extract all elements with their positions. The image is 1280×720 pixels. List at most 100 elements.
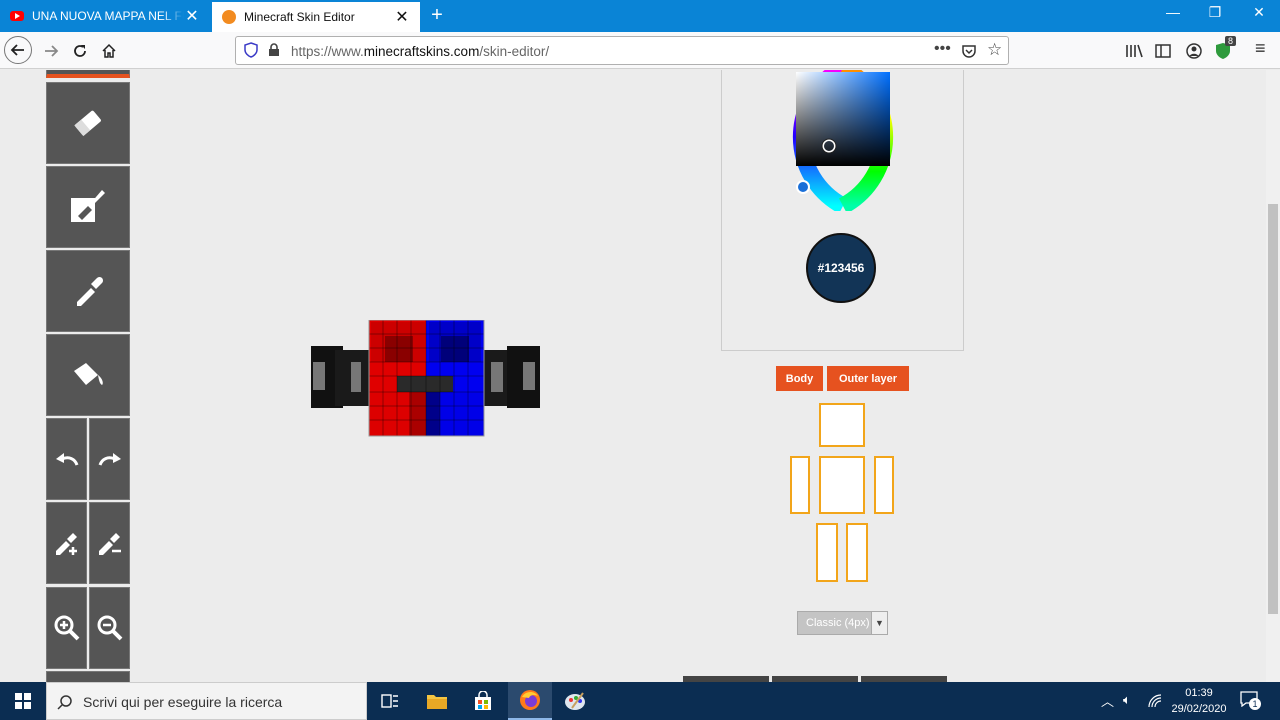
pencil-tool-button[interactable] xyxy=(46,70,130,78)
home-icon xyxy=(102,43,116,58)
firefox-icon xyxy=(520,690,540,710)
zoom-in-icon xyxy=(54,615,79,641)
page-scrollbar[interactable] xyxy=(1266,70,1280,682)
right-leg-part-toggle[interactable] xyxy=(816,523,838,582)
clock-date: 29/02/2020 xyxy=(1171,703,1227,715)
search-placeholder: Scrivi qui per eseguire la ricerca xyxy=(83,694,283,710)
model-type-select[interactable]: Classic (4px) ▼ xyxy=(797,611,888,635)
extension-badge: 8 xyxy=(1225,36,1237,46)
url-prefix: https://www. xyxy=(291,44,364,59)
undo-button[interactable] xyxy=(46,418,87,500)
minimize-button[interactable]: — xyxy=(1150,4,1196,20)
address-bar[interactable]: https://www.minecraftskins.com/skin-edit… xyxy=(235,36,1009,65)
right-arm-part-toggle[interactable] xyxy=(790,456,810,514)
tab-title: UNA NUOVA MAPPA NEL FUTU xyxy=(32,9,184,23)
tab-strip: UNA NUOVA MAPPA NEL FUTU ✕ Minecraft Ski… xyxy=(0,0,1280,32)
bookmark-star-icon[interactable]: ☆ xyxy=(987,40,1002,60)
eyedropper-icon xyxy=(77,276,104,306)
undo-icon xyxy=(55,453,78,466)
head-part-toggle[interactable] xyxy=(819,403,865,447)
restore-button[interactable]: ❐ xyxy=(1192,4,1238,21)
tracking-shield-icon[interactable] xyxy=(244,42,258,58)
forward-button[interactable] xyxy=(38,38,64,64)
left-leg-part-toggle[interactable] xyxy=(846,523,868,582)
body-layer-button[interactable]: Body xyxy=(776,366,823,391)
clock-time: 01:39 xyxy=(1185,687,1213,699)
hue-handle[interactable] xyxy=(796,180,810,194)
extension-button[interactable]: 8 xyxy=(1215,36,1241,60)
more-tools-button[interactable] xyxy=(46,671,130,682)
back-button[interactable] xyxy=(4,36,32,64)
darken-tool-button[interactable] xyxy=(89,502,130,584)
reload-icon xyxy=(74,45,86,57)
pocket-icon[interactable] xyxy=(961,43,977,59)
show-hidden-icons-chevron-icon[interactable]: ︿ xyxy=(1101,691,1114,710)
page-actions-icon[interactable]: ••• xyxy=(934,40,951,58)
task-view-icon xyxy=(381,694,398,708)
windows-taskbar: Scrivi qui per eseguire la ricerca ︿ 🔈︎ … xyxy=(0,682,1280,720)
reload-button[interactable] xyxy=(67,38,93,64)
skin-3d-preview[interactable] xyxy=(311,320,541,440)
paint-palette-icon xyxy=(565,692,585,710)
store-bag-icon xyxy=(475,691,491,710)
torso[interactable] xyxy=(368,320,485,437)
folder-icon xyxy=(427,695,447,709)
start-button[interactable] xyxy=(0,682,46,720)
redo-button[interactable] xyxy=(89,418,130,500)
torso-part-toggle[interactable] xyxy=(819,456,865,514)
zoom-in-button[interactable] xyxy=(46,587,87,669)
lighten-icon xyxy=(55,533,77,555)
eraser-tool-button[interactable] xyxy=(46,82,130,164)
close-tab-icon[interactable]: ✕ xyxy=(394,7,410,27)
home-button[interactable] xyxy=(96,38,122,64)
sidebar-icon[interactable] xyxy=(1155,43,1171,59)
firefox-taskbar-button[interactable] xyxy=(508,682,552,720)
paint-app-button[interactable] xyxy=(553,682,597,720)
tab-minecraft-skin-editor[interactable]: Minecraft Skin Editor ✕ xyxy=(212,0,420,32)
task-view-button[interactable] xyxy=(368,682,412,720)
left-arm[interactable] xyxy=(311,346,369,408)
new-tab-button[interactable]: + xyxy=(426,4,448,27)
tab-youtube[interactable]: UNA NUOVA MAPPA NEL FUTU ✕ xyxy=(0,0,210,32)
minecraft-skins-icon xyxy=(222,10,236,24)
taskbar-search-box[interactable]: Scrivi qui per eseguire la ricerca xyxy=(46,682,367,720)
redo-icon xyxy=(98,453,121,466)
taskbar-clock[interactable]: 01:39 29/02/2020 xyxy=(1164,685,1234,717)
close-window-button[interactable]: ✕ xyxy=(1236,4,1280,21)
url-text: https://www.minecraftskins.com/skin-edit… xyxy=(291,44,549,59)
color-wheel[interactable] xyxy=(754,70,934,211)
scrollbar-thumb[interactable] xyxy=(1268,204,1278,614)
selected-color-swatch[interactable]: #123456 xyxy=(806,233,876,303)
fill-bucket-tool-button[interactable] xyxy=(46,334,130,416)
volume-icon[interactable]: 🔈︎ xyxy=(1123,692,1131,708)
network-icon[interactable] xyxy=(1148,694,1162,708)
lighten-tool-button[interactable] xyxy=(46,502,87,584)
back-arrow-icon xyxy=(10,44,24,56)
close-tab-icon[interactable]: ✕ xyxy=(184,6,200,26)
account-icon[interactable] xyxy=(1186,43,1202,59)
left-arm-part-toggle[interactable] xyxy=(874,456,894,514)
right-arm[interactable] xyxy=(481,346,540,408)
url-path: /skin-editor/ xyxy=(479,44,550,59)
paint-brush-icon xyxy=(71,190,105,222)
model-type-value: Classic (4px) xyxy=(806,617,870,629)
skin-editor-page: #123456 Body Outer layer Classic (4px) ▼ xyxy=(0,70,1280,682)
lock-icon[interactable] xyxy=(268,43,280,57)
library-icon[interactable] xyxy=(1125,44,1143,58)
outer-layer-button[interactable]: Outer layer xyxy=(827,366,909,391)
darken-icon xyxy=(98,533,121,555)
eraser-icon xyxy=(74,110,101,137)
action-center-button[interactable]: 1 xyxy=(1240,691,1262,711)
menu-icon[interactable]: ≡ xyxy=(1255,38,1266,59)
microsoft-store-button[interactable] xyxy=(461,682,505,720)
tab-title: Minecraft Skin Editor xyxy=(244,10,355,24)
eyedropper-tool-button[interactable] xyxy=(46,250,130,332)
brush-tool-button[interactable] xyxy=(46,166,130,248)
youtube-icon xyxy=(10,11,24,21)
paint-bucket-icon xyxy=(74,363,103,385)
chevron-down-icon: ▼ xyxy=(871,612,887,634)
search-icon xyxy=(57,695,72,710)
zoom-out-icon xyxy=(97,615,122,641)
file-explorer-button[interactable] xyxy=(415,682,459,720)
zoom-out-button[interactable] xyxy=(89,587,130,669)
